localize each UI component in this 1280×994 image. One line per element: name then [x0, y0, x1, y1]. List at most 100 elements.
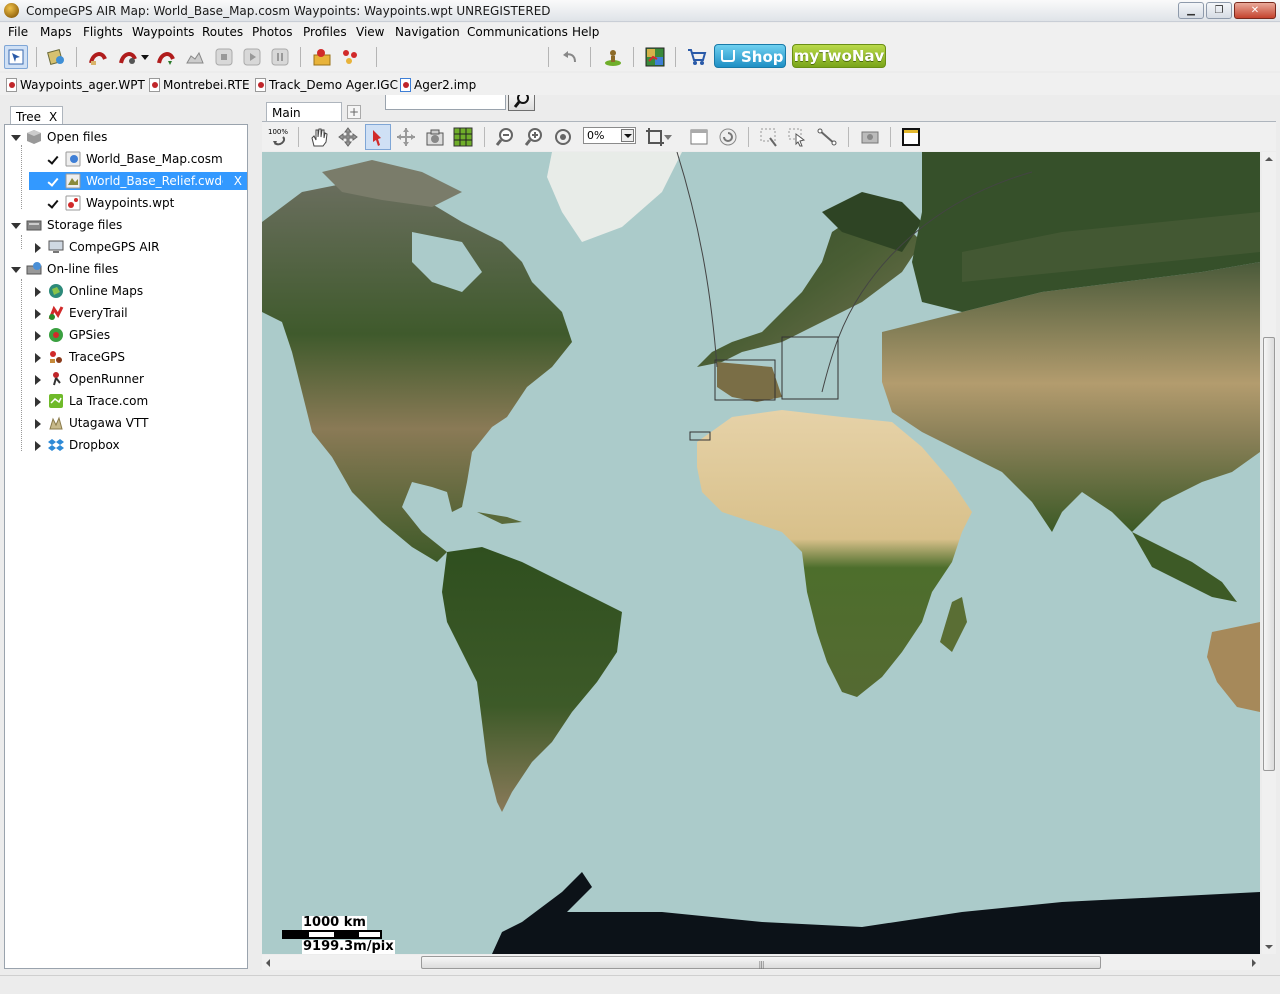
mytwonav-button[interactable]: myTwoNav: [792, 44, 886, 68]
gps-user-icon[interactable]: [601, 45, 625, 69]
tree-group-open-files[interactable]: Open files: [11, 128, 107, 146]
new-window-icon[interactable]: [898, 124, 924, 150]
file-tab-waypoints-ager[interactable]: Waypoints_ager.WPT: [6, 76, 145, 94]
expand-icon[interactable]: [33, 242, 42, 253]
create-waypoint-icon[interactable]: [365, 124, 391, 150]
menu-routes[interactable]: Routes: [202, 25, 243, 39]
tree-group-online-files[interactable]: On-line files: [11, 260, 118, 278]
measure-icon[interactable]: [814, 124, 840, 150]
scroll-up-icon[interactable]: [1265, 157, 1273, 161]
menu-communications[interactable]: Communications: [467, 25, 568, 39]
tree-group-storage-files[interactable]: Storage files: [11, 216, 122, 234]
expand-icon[interactable]: [33, 418, 42, 429]
restore-button[interactable]: ❐: [1206, 2, 1232, 19]
checkbox[interactable]: [48, 198, 59, 209]
minimize-button[interactable]: ▁: [1178, 2, 1204, 19]
crop-dropdown-icon[interactable]: [662, 124, 674, 150]
menu-navigation[interactable]: Navigation: [395, 25, 460, 39]
file-tab-track-demo[interactable]: Track_Demo Ager.IGC: [255, 76, 398, 94]
menu-photos[interactable]: Photos: [252, 25, 292, 39]
close-tree-tab-button[interactable]: X: [49, 110, 57, 124]
map-horizontal-scrollbar[interactable]: |||: [262, 955, 1260, 970]
menu-flights[interactable]: Flights: [83, 25, 123, 39]
tree-item-utagawa-vtt[interactable]: Utagawa VTT: [33, 414, 148, 432]
zoom-rotate-icon[interactable]: [550, 124, 576, 150]
tree-item-online-maps[interactable]: Online Maps: [33, 282, 143, 300]
vertical-scroll-thumb[interactable]: [1263, 337, 1275, 771]
tree-item-la-trace[interactable]: La Trace.com: [33, 392, 148, 410]
map-grid-icon[interactable]: [643, 45, 667, 69]
select-tool-icon[interactable]: [4, 45, 28, 69]
scroll-left-icon[interactable]: [266, 959, 270, 967]
tree-item-tracegps[interactable]: TraceGPS: [33, 348, 125, 366]
tree-item-openrunner[interactable]: OpenRunner: [33, 370, 144, 388]
stop-icon[interactable]: [212, 45, 236, 69]
refresh-map-icon[interactable]: [715, 124, 741, 150]
collapse-icon[interactable]: [11, 265, 21, 274]
zoom-out-icon[interactable]: [492, 124, 518, 150]
menu-view[interactable]: View: [356, 25, 384, 39]
file-tab-ager2[interactable]: Ager2.imp: [400, 76, 476, 94]
menu-file[interactable]: File: [8, 25, 28, 39]
expand-icon[interactable]: [33, 396, 42, 407]
undo-icon[interactable]: [558, 45, 582, 69]
window-tool-icon[interactable]: [686, 124, 712, 150]
close-file-button[interactable]: X: [234, 174, 242, 188]
expand-icon[interactable]: [33, 286, 42, 297]
tree-item-dropbox[interactable]: Dropbox: [33, 436, 120, 454]
tab-tree[interactable]: Tree X: [10, 106, 63, 126]
profile-icon[interactable]: [183, 45, 207, 69]
checkbox[interactable]: [48, 176, 59, 187]
scroll-right-icon[interactable]: [1252, 959, 1256, 967]
zoom-level-select[interactable]: 0%: [583, 127, 636, 144]
tab-main-window[interactable]: Main window: [266, 102, 342, 134]
tree-item-world-base-relief[interactable]: World_Base_Relief.cwdem X: [29, 172, 247, 190]
waypoints-icon[interactable]: [338, 45, 362, 69]
menu-waypoints[interactable]: Waypoints: [132, 25, 194, 39]
close-button[interactable]: ✕: [1234, 2, 1276, 19]
expand-icon[interactable]: [33, 374, 42, 385]
collapse-icon[interactable]: [11, 133, 21, 142]
tree-item-world-base-map[interactable]: World_Base_Map.cosm: [48, 150, 223, 168]
zoom-100-icon[interactable]: 100%: [266, 124, 292, 150]
horizontal-scroll-thumb[interactable]: |||: [421, 956, 1101, 969]
shop-button[interactable]: Shop: [714, 44, 786, 68]
move-point-icon[interactable]: [393, 124, 419, 150]
camera-3d-icon[interactable]: [857, 124, 883, 150]
tree-item-everytrail[interactable]: EveryTrail: [33, 304, 128, 322]
expand-icon[interactable]: [33, 440, 42, 451]
zoom-in-icon[interactable]: [521, 124, 547, 150]
map-vertical-scrollbar[interactable]: [1262, 152, 1276, 954]
grid-tool-icon[interactable]: [450, 124, 476, 150]
expand-icon[interactable]: [33, 308, 42, 319]
checkbox[interactable]: [48, 154, 59, 165]
collapse-icon[interactable]: [11, 221, 21, 230]
add-tab-button[interactable]: +: [347, 105, 361, 119]
play-icon[interactable]: [240, 45, 264, 69]
scroll-down-icon[interactable]: [1265, 945, 1273, 949]
select-object-icon[interactable]: [784, 124, 810, 150]
tree-item-waypoints[interactable]: Waypoints.wpt: [48, 194, 174, 212]
map-view[interactable]: 1000 km 9199.3m/pix: [262, 152, 1260, 954]
track-dropdown-icon[interactable]: [138, 45, 152, 69]
select-area-icon[interactable]: [756, 124, 782, 150]
record-track-icon[interactable]: [116, 45, 140, 69]
tree-item-compegps-air[interactable]: CompeGPS AIR: [33, 238, 159, 256]
photo-tool-icon[interactable]: [422, 124, 448, 150]
menu-profiles[interactable]: Profiles: [303, 25, 347, 39]
move-map-icon[interactable]: [335, 124, 361, 150]
pan-hand-icon[interactable]: [306, 124, 332, 150]
menu-help[interactable]: Help: [572, 25, 599, 39]
menu-maps[interactable]: Maps: [40, 25, 72, 39]
file-tab-montrebei[interactable]: Montrebei.RTE: [149, 76, 250, 94]
cart-icon[interactable]: [685, 45, 709, 69]
open-map-icon[interactable]: [44, 45, 68, 69]
cube-icon: [27, 130, 41, 144]
expand-icon[interactable]: [33, 352, 42, 363]
waypoint-folder-icon[interactable]: [310, 45, 334, 69]
expand-icon[interactable]: [33, 330, 42, 341]
tree-item-gpsies[interactable]: GPSies: [33, 326, 110, 344]
route-icon[interactable]: [154, 45, 178, 69]
track-icon[interactable]: [86, 45, 110, 69]
pause-icon[interactable]: [268, 45, 292, 69]
